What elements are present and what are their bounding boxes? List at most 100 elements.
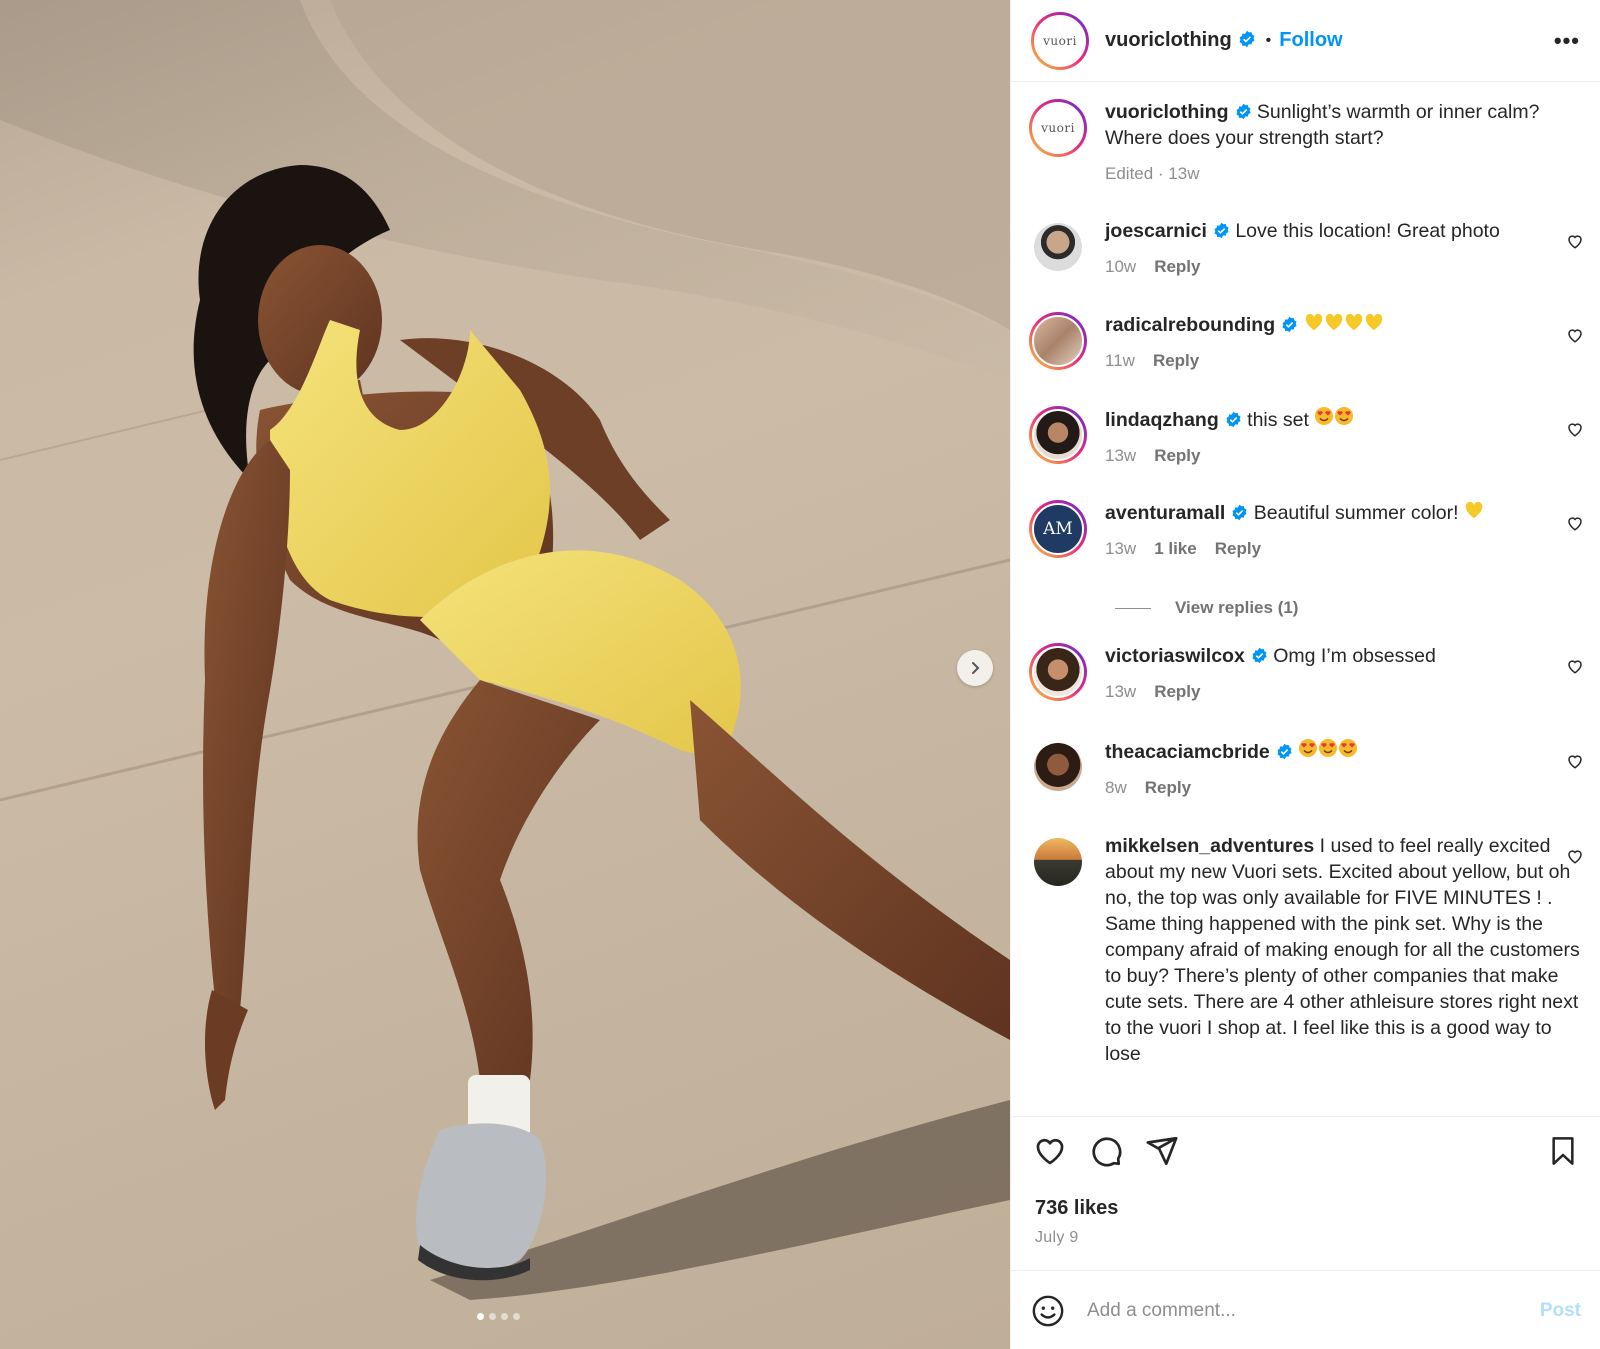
carousel-dot	[513, 1313, 520, 1320]
aventura-logo-icon: AM	[1043, 519, 1073, 539]
post-footer: 736 likes July 9 Post	[1011, 1116, 1600, 1349]
like-comment-heart-icon[interactable]	[1566, 232, 1584, 250]
comment-username[interactable]: radicalrebounding	[1105, 314, 1275, 336]
commenter-avatar[interactable]	[1029, 312, 1087, 370]
comment-item: radicalrebounding 11w Reply	[1029, 312, 1584, 374]
vuori-logo: vuori	[1043, 33, 1077, 48]
like-comment-heart-icon[interactable]	[1566, 420, 1584, 438]
comment-username[interactable]: theacaciamcbride	[1105, 741, 1270, 763]
author-avatar[interactable]: vuori	[1031, 11, 1089, 70]
view-replies-button[interactable]: View replies (1)	[1115, 598, 1298, 618]
comment-text: Love this location! Great photo	[1235, 220, 1500, 242]
like-comment-heart-icon[interactable]	[1566, 752, 1584, 770]
comments-list[interactable]: vuori vuoriclothing Sunlight’s warmth or…	[1011, 83, 1600, 1115]
comment-username[interactable]: mikkelsen_adventures	[1105, 835, 1314, 857]
comment-time: 13w	[1105, 446, 1137, 465]
commenter-avatar[interactable]: AM	[1029, 500, 1087, 558]
heart-eyes-emoji-icon	[1315, 407, 1334, 425]
heart-eyes-emoji-icon	[1319, 739, 1338, 757]
comment-like-count[interactable]: 1 like	[1154, 536, 1197, 562]
comment-input[interactable]	[1087, 1299, 1540, 1322]
likes-count[interactable]: 736 likes	[1035, 1197, 1118, 1220]
caption-username[interactable]: vuoriclothing	[1105, 101, 1229, 123]
comment-item: mikkelsen_adventures I used to feel real…	[1029, 833, 1584, 1067]
comment-username[interactable]: joescarnici	[1105, 220, 1207, 242]
reply-button[interactable]: Reply	[1154, 443, 1200, 469]
verified-badge-icon	[1277, 743, 1292, 760]
share-icon[interactable]	[1145, 1134, 1179, 1168]
commenter-avatar[interactable]	[1034, 223, 1082, 271]
reply-button[interactable]: Reply	[1215, 536, 1261, 562]
view-replies-label: View replies (1)	[1175, 598, 1299, 617]
yellow-heart-icon	[1365, 313, 1382, 331]
comment-item: joescarnici Love this location! Great ph…	[1029, 218, 1584, 280]
post-date[interactable]: July 9	[1035, 1229, 1079, 1247]
comment-time: 10w	[1105, 257, 1137, 276]
more-options-icon[interactable]: •••	[1554, 28, 1580, 54]
heart-eyes-emoji-icon	[1339, 739, 1358, 757]
verified-badge-icon	[1226, 411, 1241, 428]
like-comment-heart-icon[interactable]	[1566, 514, 1584, 532]
comment-item: victoriaswilcox Omg I’m obsessed 13w Repl…	[1029, 643, 1584, 705]
post-header: vuori vuoriclothing • Follow •••	[1011, 0, 1600, 82]
comment-time: 11w	[1105, 351, 1135, 370]
comment-time: 13w	[1105, 682, 1137, 701]
reply-button[interactable]: Reply	[1153, 348, 1199, 374]
caption-meta: Edited · 13w	[1105, 164, 1200, 183]
reply-button[interactable]: Reply	[1154, 679, 1200, 705]
verified-badge-icon	[1235, 103, 1251, 120]
yellow-heart-icon	[1305, 313, 1322, 331]
like-comment-heart-icon[interactable]	[1566, 657, 1584, 675]
heart-eyes-emoji-icon	[1299, 739, 1318, 757]
carousel-dot	[501, 1313, 508, 1320]
reply-button[interactable]: Reply	[1154, 254, 1200, 280]
post-comment-button[interactable]: Post	[1540, 1300, 1581, 1322]
next-slide-button[interactable]	[957, 650, 993, 686]
follow-button[interactable]: Follow	[1279, 29, 1342, 52]
like-comment-heart-icon[interactable]	[1566, 326, 1584, 344]
heart-eyes-emoji-group	[1298, 739, 1358, 763]
caption: vuori vuoriclothing Sunlight’s warmth or…	[1029, 99, 1584, 187]
heart-eyes-emoji-icon	[1335, 407, 1354, 425]
like-comment-heart-icon[interactable]	[1566, 847, 1584, 865]
verified-badge-icon	[1252, 647, 1267, 664]
add-comment-bar: Post	[1011, 1270, 1600, 1349]
post-image[interactable]	[0, 0, 1010, 1349]
yellow-heart-icon	[1465, 501, 1483, 519]
comment-username[interactable]: aventuramall	[1105, 502, 1225, 524]
commenter-avatar[interactable]	[1029, 643, 1087, 701]
chevron-right-icon	[972, 662, 980, 674]
yellow-heart-icon	[1325, 313, 1342, 331]
action-bar	[1033, 1131, 1579, 1171]
caption-avatar[interactable]: vuori	[1029, 99, 1087, 157]
comment-text: Beautiful summer color!	[1253, 502, 1459, 524]
author-username[interactable]: vuoriclothing	[1105, 29, 1256, 52]
comment-text: I used to feel really excited about my n…	[1105, 835, 1580, 1065]
save-bookmark-icon[interactable]	[1547, 1135, 1579, 1167]
commenter-avatar[interactable]	[1034, 743, 1082, 791]
comment-username[interactable]: victoriaswilcox	[1105, 645, 1245, 667]
comment-icon[interactable]	[1089, 1134, 1123, 1168]
carousel-dot	[477, 1313, 484, 1320]
comment-item: AM aventuramall Beautiful summer color! …	[1029, 500, 1584, 562]
like-heart-icon[interactable]	[1033, 1134, 1067, 1168]
yellow-heart-emoji-group	[1304, 313, 1384, 336]
view-replies-line	[1115, 607, 1151, 609]
verified-badge-icon	[1282, 316, 1297, 333]
post-side-panel: vuori vuoriclothing • Follow ••• vuori v…	[1010, 0, 1600, 1349]
comment-item: lindaqzhang this set 13w Reply	[1029, 406, 1584, 469]
commenter-avatar[interactable]	[1034, 838, 1082, 886]
comment-text: this set	[1247, 409, 1309, 431]
header-separator: •	[1265, 31, 1272, 49]
reply-button[interactable]: Reply	[1145, 775, 1191, 801]
photo-scene	[0, 0, 1010, 1300]
verified-badge-icon	[1232, 504, 1247, 521]
yellow-heart-icon	[1345, 313, 1362, 331]
verified-badge-icon	[1214, 222, 1229, 239]
emoji-picker-icon[interactable]	[1031, 1294, 1065, 1328]
comment-username[interactable]: lindaqzhang	[1105, 409, 1219, 431]
verified-badge-icon	[1239, 30, 1255, 48]
commenter-avatar[interactable]	[1029, 406, 1087, 464]
carousel-dot	[489, 1313, 496, 1320]
comment-item: theacaciamcbride 8w Reply	[1029, 738, 1584, 801]
